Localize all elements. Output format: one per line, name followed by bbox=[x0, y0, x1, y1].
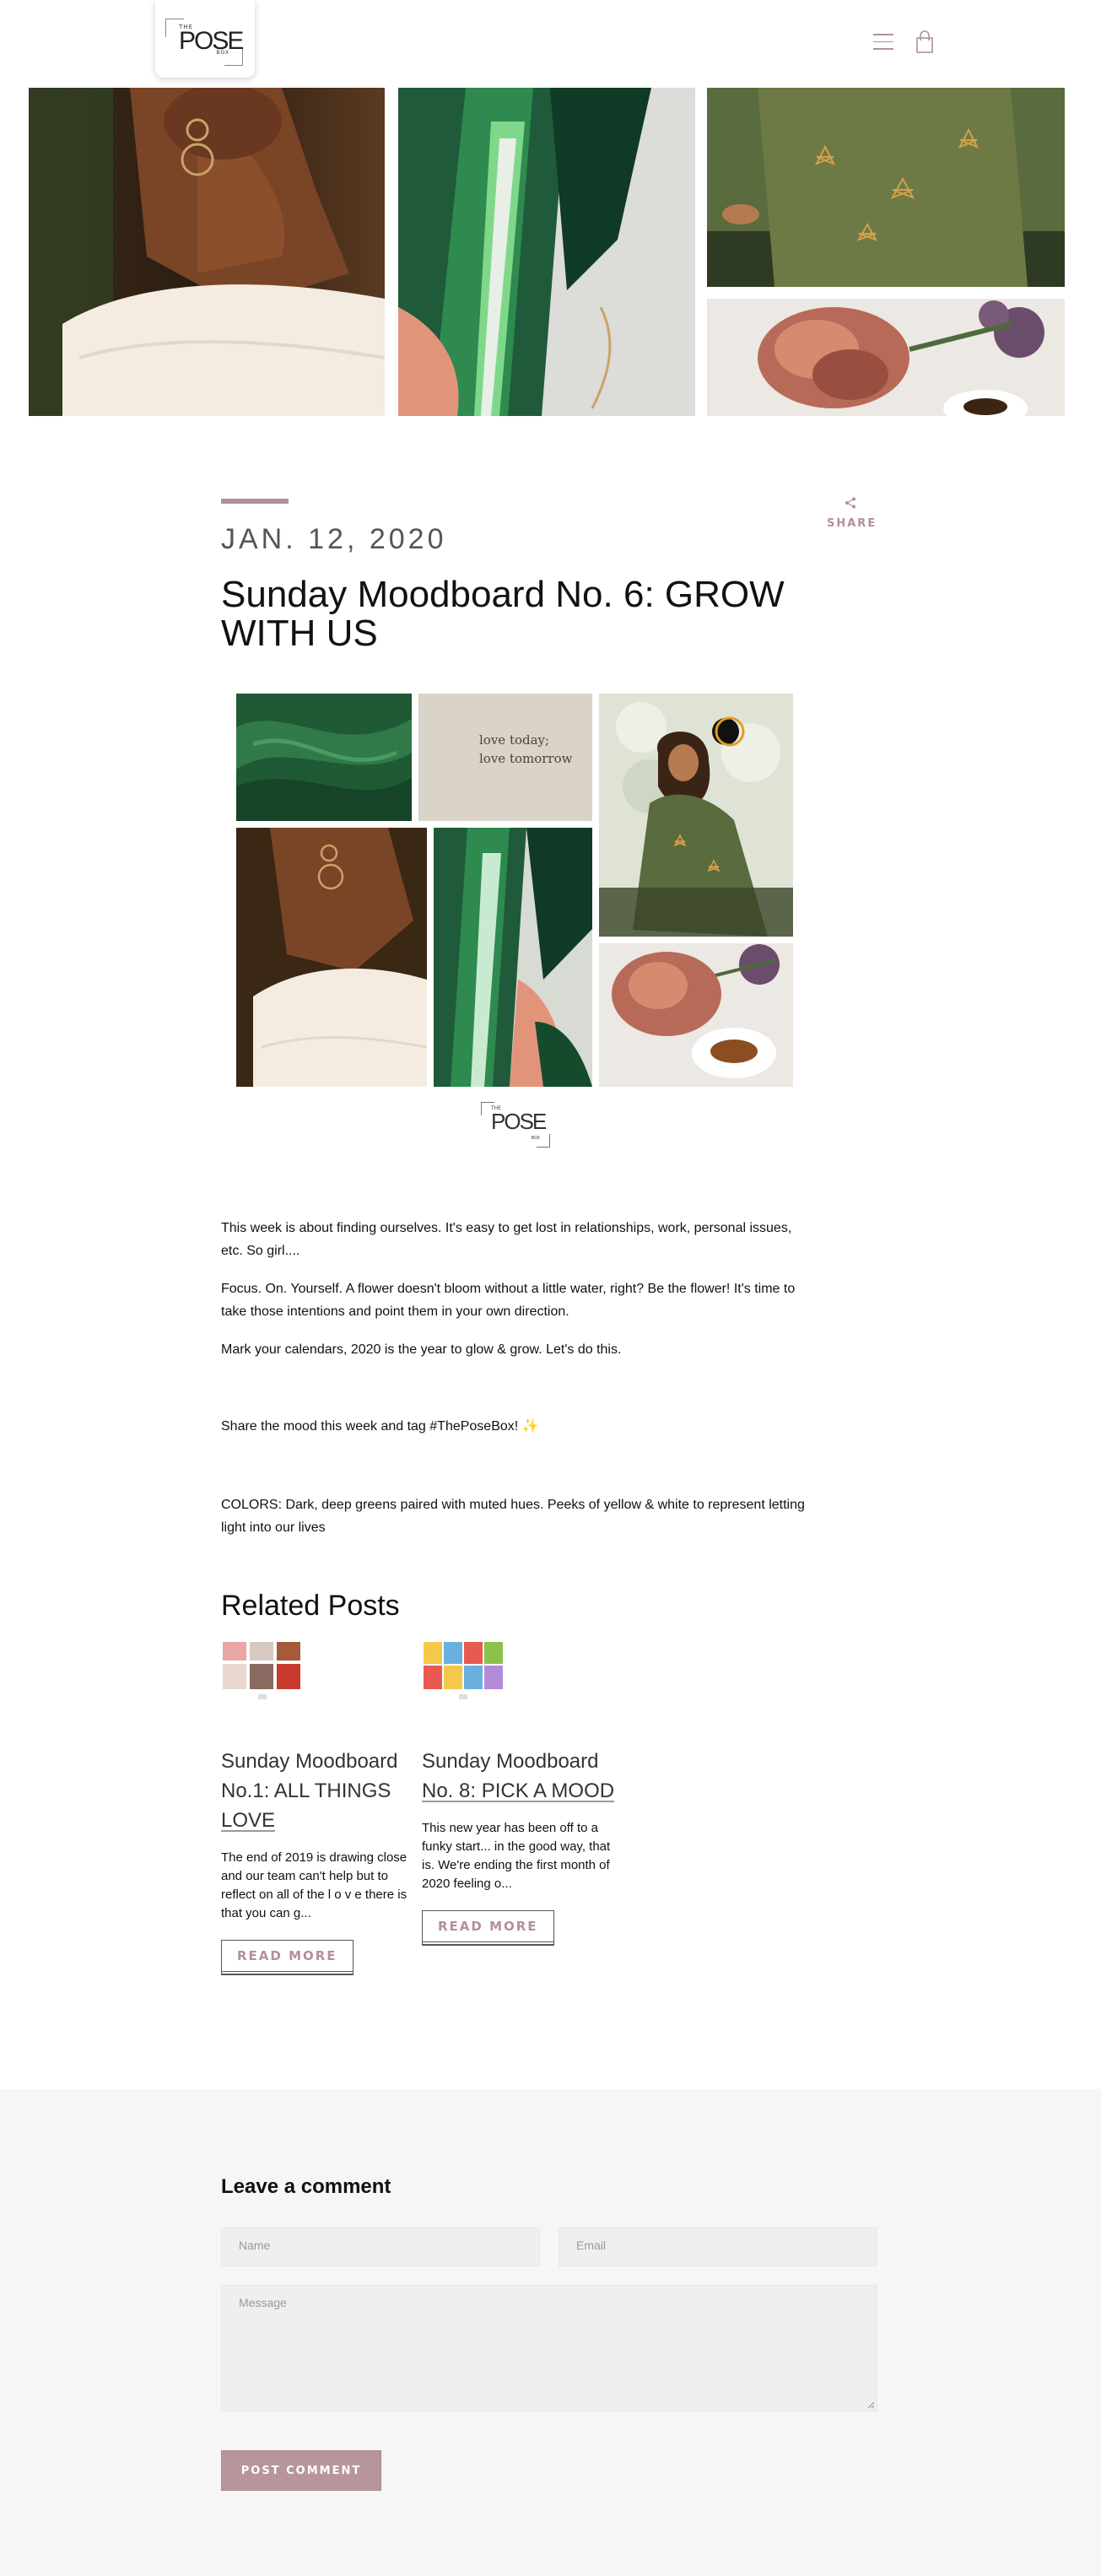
message-field[interactable]: Message bbox=[221, 2285, 877, 2411]
post-comment-button[interactable]: POST COMMENT bbox=[221, 2450, 381, 2491]
related-post-excerpt: The end of 2019 is drawing close and our… bbox=[221, 1850, 407, 1920]
related-post-card: Sunday Moodboard No. 8: PICK A MOOD This… bbox=[422, 1640, 616, 1942]
related-post-title[interactable]: Sunday Moodboard No.1: ALL THINGS LOVE bbox=[221, 1747, 415, 1835]
article-date: JAN. 12, 2020 bbox=[221, 523, 447, 555]
name-placeholder: Name bbox=[239, 2238, 271, 2252]
collage-woman-earring bbox=[236, 828, 427, 1087]
hero-image-woman-earring bbox=[29, 88, 385, 416]
article-paragraph-colors: COLORS: Dark, deep greens paired with mu… bbox=[221, 1498, 805, 1535]
related-post-card: Sunday Moodboard No.1: ALL THINGS LOVE T… bbox=[221, 1640, 415, 1972]
resize-handle-icon[interactable] bbox=[866, 2400, 875, 2409]
read-more-button[interactable]: READ MORE bbox=[422, 1910, 554, 1942]
collage-flower-tea bbox=[599, 943, 793, 1087]
collage-pose-box-logo: THE POSE BOX bbox=[481, 1099, 550, 1148]
related-post-excerpt: This new year has been off to a funky st… bbox=[422, 1821, 611, 1891]
logo-link[interactable]: THE POSE BOX bbox=[155, 0, 255, 78]
collage-woman-illustration bbox=[599, 694, 793, 937]
article-paragraph-share: Share the mood this week and tag #ThePos… bbox=[221, 1419, 539, 1434]
email-placeholder: Email bbox=[576, 2238, 607, 2252]
related-post-title-text[interactable]: Sunday Moodboard No.1: ALL THINGS bbox=[221, 1750, 397, 1802]
article-title: Sunday Moodboard No. 6: GROW WITH US bbox=[221, 574, 785, 654]
share-button[interactable]: SHARE bbox=[827, 496, 877, 530]
hero-image-woman-illustration bbox=[707, 88, 1065, 287]
shopping-bag-icon[interactable] bbox=[915, 30, 934, 54]
article-accent-bar bbox=[221, 499, 289, 504]
collage-green-paint bbox=[434, 828, 592, 1087]
collage-love-text: love today; love tomorrow bbox=[479, 732, 573, 766]
article-paragraph-2: Focus. On. Yourself. A flower doesn't bl… bbox=[221, 1282, 796, 1319]
collage-love-today-card: love today; love tomorrow bbox=[418, 694, 592, 821]
related-post-title-link[interactable]: No. 8: PICK A MOOD bbox=[422, 1779, 614, 1802]
hero-image-green-paint bbox=[398, 88, 695, 416]
related-post-title[interactable]: Sunday Moodboard No. 8: PICK A MOOD bbox=[422, 1747, 616, 1806]
email-field[interactable]: Email bbox=[559, 2228, 877, 2266]
share-label: SHARE bbox=[827, 517, 877, 530]
pose-box-logo: THE POSE BOX bbox=[165, 12, 244, 66]
name-field[interactable]: Name bbox=[221, 2228, 540, 2266]
moodboard-collage: love today; love tomorrow bbox=[236, 694, 793, 1087]
article-paragraph-1: This week is about finding ourselves. It… bbox=[221, 1221, 792, 1258]
hamburger-menu-icon[interactable] bbox=[873, 34, 893, 51]
message-placeholder: Message bbox=[239, 2296, 287, 2309]
site-header: THE POSE BOX bbox=[0, 0, 1101, 88]
share-icon bbox=[845, 497, 855, 509]
collage-logo-box: BOX bbox=[531, 1136, 540, 1141]
related-posts-heading: Related Posts bbox=[221, 1590, 400, 1622]
related-post-title-link[interactable]: LOVE bbox=[221, 1809, 275, 1832]
comment-section: Leave a comment Name Email Message POST … bbox=[0, 2089, 1101, 2576]
logo-pose: POSE bbox=[179, 27, 244, 55]
collage-logo-pose: POSE bbox=[491, 1109, 547, 1134]
related-post-thumbnail[interactable] bbox=[221, 1640, 304, 1704]
comment-heading: Leave a comment bbox=[221, 2175, 391, 2198]
read-more-button[interactable]: READ MORE bbox=[221, 1940, 354, 1972]
hero-image-grid bbox=[0, 88, 1101, 416]
collage-green-silk bbox=[236, 694, 412, 821]
logo-box: BOX bbox=[216, 50, 229, 56]
hero-image-flower-tea bbox=[707, 299, 1065, 416]
related-post-thumbnail[interactable] bbox=[422, 1640, 505, 1704]
article-paragraph-3: Mark your calendars, 2020 is the year to… bbox=[221, 1342, 622, 1357]
related-post-title-text[interactable]: Sunday Moodboard bbox=[422, 1750, 598, 1773]
